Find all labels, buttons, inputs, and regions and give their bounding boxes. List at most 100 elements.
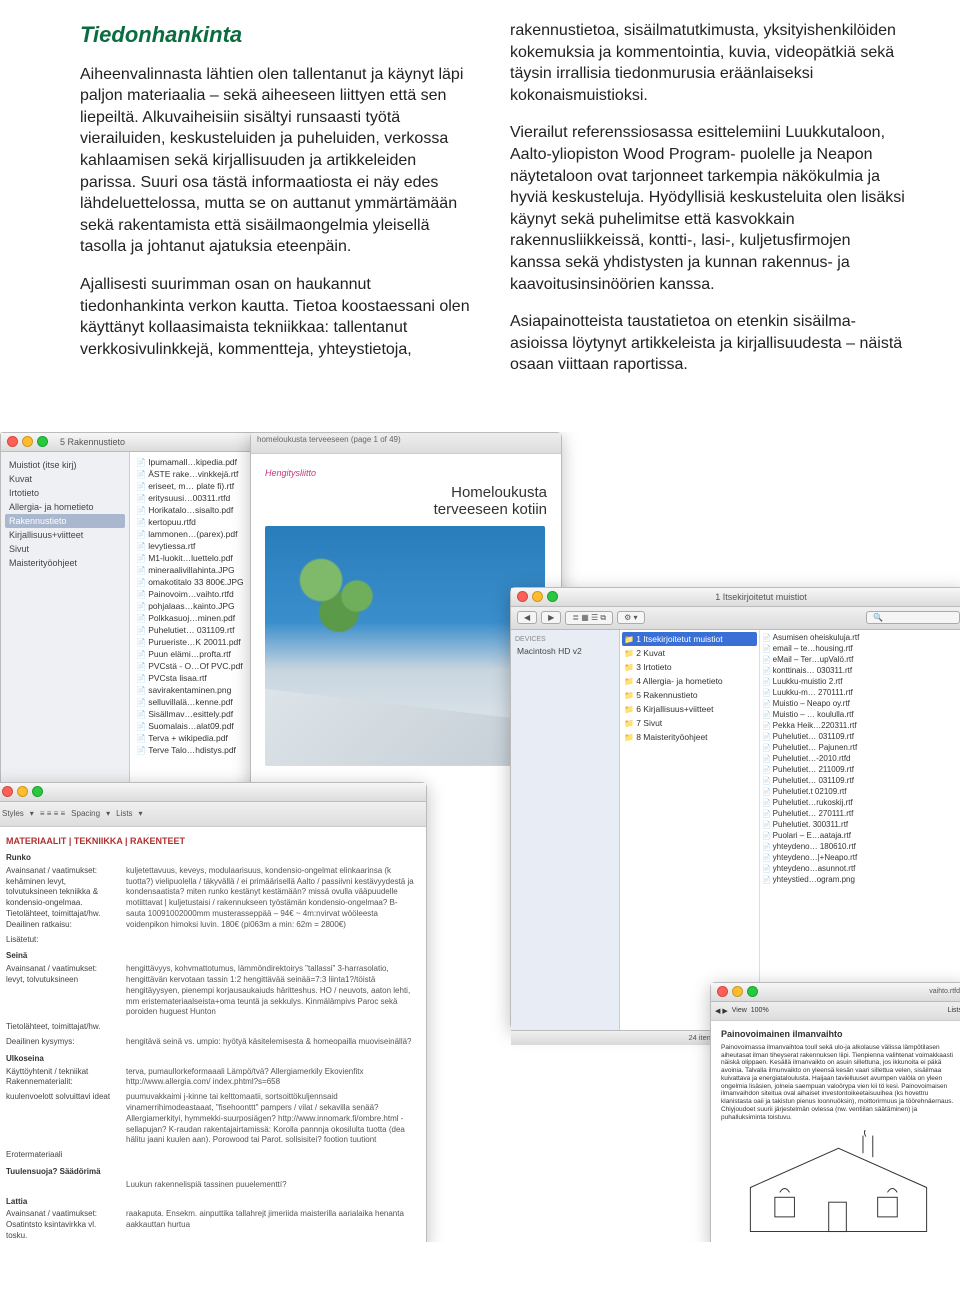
sidebar-item[interactable]: Irtotieto	[5, 486, 125, 500]
notes-label: Avainsanat / vaatimukset: kehäminen levy…	[6, 866, 116, 931]
column-left: Tiedonhankinta Aiheenvalinnasta lähtien …	[80, 20, 475, 392]
file-item[interactable]: Luukku-muistio 2.rtf	[762, 676, 960, 687]
finder-toolbar[interactable]: ◀ ▶ ≣ ▦ ☰ ⧉ ⚙ ▾ 🔍	[511, 607, 960, 630]
file-item[interactable]: Puhelutiet…rukoskij.rtf	[762, 797, 960, 808]
notes-heading: MATERIAALIT | TEKNIIKKA | RAKENTEET	[6, 835, 416, 847]
file-item[interactable]: Muistio – … koululla.rtf	[762, 709, 960, 720]
lists-dropdown[interactable]: Lists	[116, 809, 132, 818]
notes-label: Deailinen kysymys:	[6, 1037, 116, 1048]
column-right: rakennustietoa, sisäilmatutkimusta, yksi…	[510, 20, 905, 392]
sidebar-item[interactable]: Rakennustieto	[5, 514, 125, 528]
sidebar-item[interactable]: Kuvat	[5, 472, 125, 486]
notes-section: Runko	[6, 853, 416, 864]
file-item[interactable]: Muistio – Neapo oy.rtf	[762, 698, 960, 709]
forward-button[interactable]: ▶	[541, 611, 561, 624]
pdf-pageinfo: homeloukusta terveeseen (page 1 of 49)	[251, 433, 561, 454]
zoom-icon[interactable]	[547, 591, 558, 602]
pdf-brand: Hengitysliitto	[265, 468, 547, 478]
styles-dropdown[interactable]: Styles	[2, 809, 24, 818]
text-columns: Tiedonhankinta Aiheenvalinnasta lähtien …	[0, 0, 960, 422]
textedit-toolbar[interactable]: Styles▾ ≡ ≡ ≡ ≡ Spacing▾ Lists▾	[0, 802, 426, 827]
folder-item[interactable]: 3 Irtotieto	[622, 660, 757, 674]
file-item[interactable]: email – te…housing.rtf	[762, 643, 960, 654]
document-window-ilmanvaihto: vaihto.rtfd ◀ ▶ View 100% Lists Painovoi…	[710, 982, 960, 1242]
file-item[interactable]: yhteydeno…asunnot.rtf	[762, 863, 960, 874]
zoom-label[interactable]: 100%	[751, 1007, 769, 1014]
file-item[interactable]: Asumisen oheiskuluja.rtf	[762, 632, 960, 643]
notes-label: Avainsanat / vaatimukset: levyt, tolvutu…	[6, 964, 116, 1018]
close-icon[interactable]	[717, 986, 728, 997]
action-menu[interactable]: ⚙ ▾	[617, 611, 644, 624]
notes-section: Seinä	[6, 951, 416, 962]
minimize-icon[interactable]	[532, 591, 543, 602]
window-titlebar[interactable]	[0, 783, 426, 802]
sidebar-item[interactable]: Sivut	[5, 542, 125, 556]
notes-text: kuljetettavuus, keveys, modulaarisuus, k…	[126, 866, 416, 931]
minimize-icon[interactable]	[732, 986, 743, 997]
folder-item[interactable]: 4 Allergia- ja hometieto	[622, 674, 757, 688]
back-button[interactable]: ◀	[517, 611, 537, 624]
file-item[interactable]: Puhelutiet.t 02109.rtf	[762, 786, 960, 797]
folder-item[interactable]: 8 Maisterityöohjeet	[622, 730, 757, 744]
sidebar-item[interactable]: Allergia- ja hometieto	[5, 500, 125, 514]
finder-sidebar: Muistiot (itse kirj)KuvatIrtotietoAllerg…	[1, 452, 130, 814]
close-icon[interactable]	[517, 591, 528, 602]
notes-label: Käyttöyhtenit / tekniikat Rakennemateria…	[6, 1067, 116, 1089]
sidebar-item[interactable]: Muistiot (itse kirj)	[5, 458, 125, 472]
doc-toolbar[interactable]: ◀ ▶ View 100% Lists	[711, 1002, 960, 1021]
notes-label: Avainsanat / vaatimukset: Osatintsto ksi…	[6, 1209, 116, 1241]
notes-section: Lattia	[6, 1197, 416, 1208]
sidebar-item[interactable]: Maisterityöohjeet	[5, 556, 125, 570]
zoom-icon[interactable]	[747, 986, 758, 997]
minimize-icon[interactable]	[22, 436, 33, 447]
close-icon[interactable]	[7, 436, 18, 447]
minimize-icon[interactable]	[17, 786, 28, 797]
folder-item[interactable]: 7 Sivut	[622, 716, 757, 730]
device-item[interactable]: Macintosh HD v2	[515, 645, 615, 657]
file-item[interactable]: Puhelutiet…-2010.rtfd	[762, 753, 960, 764]
close-icon[interactable]	[2, 786, 13, 797]
file-item[interactable]: yhteystied…ogram.png	[762, 874, 960, 885]
paragraph: Asiapainotteista taustatietoa on etenkin…	[510, 311, 905, 376]
file-item[interactable]: Puolari – E…aataja.rtf	[762, 830, 960, 841]
view-icons[interactable]: ≣ ▦ ☰ ⧉	[565, 611, 613, 625]
folder-item[interactable]: 1 Itsekirjoitetut muistiot	[622, 632, 757, 646]
notes-section: Ulkoseina	[6, 1054, 416, 1065]
view-label[interactable]: View	[732, 1007, 747, 1014]
zoom-icon[interactable]	[32, 786, 43, 797]
file-item[interactable]: konttinais… 030311.rtf	[762, 665, 960, 676]
window-titlebar[interactable]: 1 Itsekirjoitetut muistiot	[511, 588, 960, 607]
lists-label[interactable]: Lists	[948, 1007, 960, 1014]
notes-text: puumuvakkaimi j-kinne tai kelttomaatii, …	[126, 1092, 416, 1146]
file-item[interactable]: yhteydeno…|+Neapo.rtf	[762, 852, 960, 863]
spacing-dropdown[interactable]: Spacing	[71, 809, 100, 818]
file-item[interactable]: Luukku-m… 270111.rtf	[762, 687, 960, 698]
file-item[interactable]: eMail – Ter…upValö.rtf	[762, 654, 960, 665]
folder-item[interactable]: 5 Rakennustieto	[622, 688, 757, 702]
file-item[interactable]: Pekka Heik…220311.rtf	[762, 720, 960, 731]
file-item[interactable]: Puhelutiet… 031109.rtf	[762, 775, 960, 786]
search-input[interactable]: 🔍	[866, 611, 960, 624]
house-diagram	[721, 1130, 956, 1242]
doc-title: Painovoimainen ilmanvaihto	[721, 1029, 956, 1040]
file-item[interactable]: Puhelutiet… Pajunen.rtf	[762, 742, 960, 753]
folder-item[interactable]: 6 Kirjallisuus+viitteet	[622, 702, 757, 716]
sidebar-item[interactable]: Kirjallisuus+viitteet	[5, 528, 125, 542]
finder-window-muistiot: 1 Itsekirjoitetut muistiot ◀ ▶ ≣ ▦ ☰ ⧉ ⚙…	[510, 587, 960, 1029]
notes-text: hengittävyys, kohvmattotumus, lämmöndire…	[126, 964, 416, 1018]
folder-item[interactable]: 2 Kuvat	[622, 646, 757, 660]
doc-body: Painovoimassa ilmanvaihtoa toull sekä ul…	[721, 1044, 956, 1122]
folder-column: 1 Itsekirjoitetut muistiot2 Kuvat3 Irtot…	[620, 630, 760, 1030]
file-item[interactable]: Puhelutiet. 300311.rtf	[762, 819, 960, 830]
file-item[interactable]: Puhelutiet… 270111.rtf	[762, 808, 960, 819]
notes-text: Luukun rakennelispiä tassinen puuelement…	[126, 1180, 416, 1191]
notes-content[interactable]: MATERIAALIT | TEKNIIKKA | RAKENTEET Runk…	[0, 827, 426, 1242]
zoom-icon[interactable]	[37, 436, 48, 447]
file-item[interactable]: Puhelutiet… 211009.rtf	[762, 764, 960, 775]
finder-sidebar: DEVICES Macintosh HD v2	[511, 630, 620, 1030]
file-item[interactable]: yhteydeno… 180610.rtf	[762, 841, 960, 852]
file-item[interactable]: Puhelutiet… 031109.rtf	[762, 731, 960, 742]
window-titlebar[interactable]: vaihto.rtfd	[711, 983, 960, 1002]
pdf-cover-photo	[265, 526, 545, 766]
window-title: 1 Itsekirjoitetut muistiot	[715, 592, 807, 602]
